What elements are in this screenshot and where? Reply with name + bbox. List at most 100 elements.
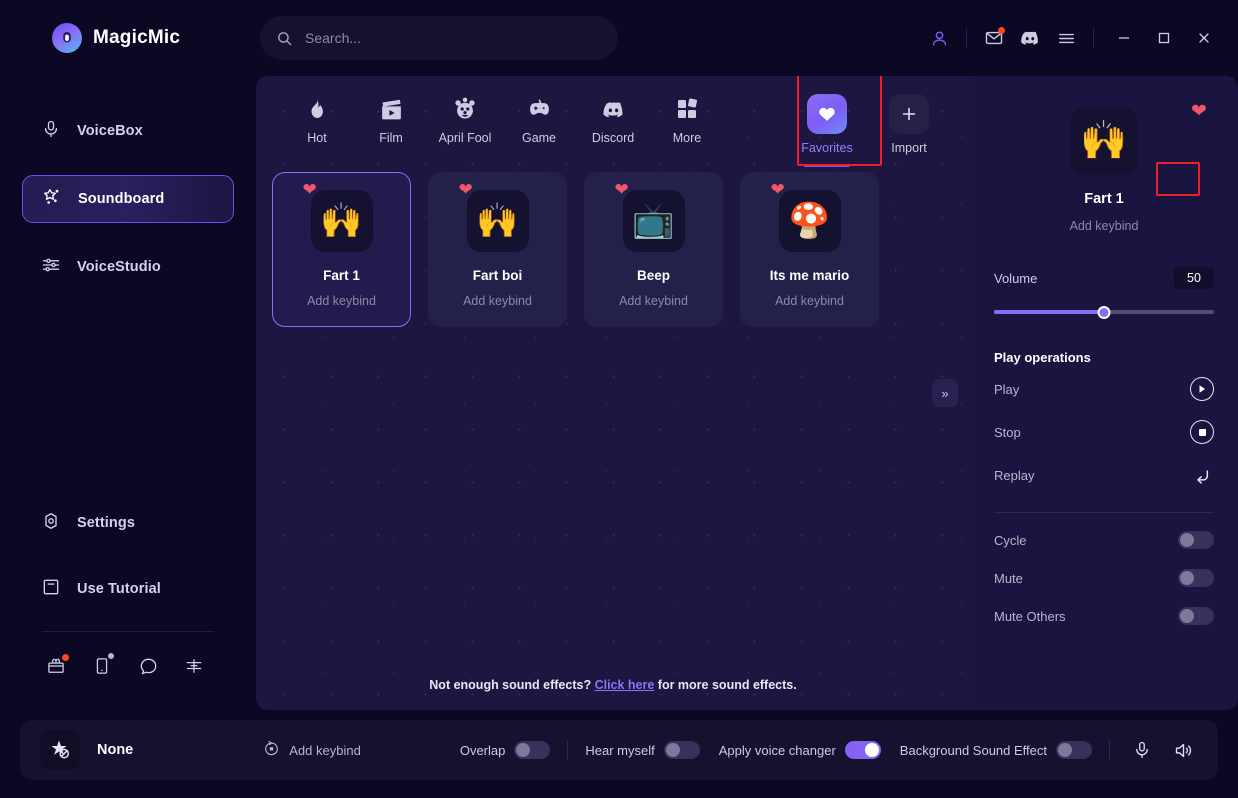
tab-hot[interactable]: Hot (280, 90, 354, 145)
sidebar-item-use-tutorial[interactable]: Use Tutorial (22, 565, 234, 613)
sound-card[interactable]: 🙌 ❤ Fart 1 Add keybind (272, 172, 411, 327)
account-icon[interactable] (922, 21, 956, 55)
detail-add-keybind[interactable]: Add keybind (994, 219, 1214, 233)
mobile-device-icon[interactable] (90, 653, 114, 678)
mute-others-label: Mute Others (994, 608, 1066, 624)
tab-film[interactable]: Film (354, 90, 428, 145)
tab-label: More (672, 131, 702, 145)
titlebar: MagicMic (0, 0, 1238, 76)
sidebar-item-voicebox[interactable]: VoiceBox (22, 107, 234, 155)
star-disabled-icon[interactable] (40, 730, 80, 770)
sidebar-item-voicestudio[interactable]: VoiceStudio (22, 243, 234, 291)
microphone-icon (41, 119, 61, 143)
mute-row: Mute (994, 559, 1214, 597)
sound-name: Its me mario (769, 268, 850, 283)
chat-bubble-icon[interactable] (136, 654, 160, 678)
brand-name: MagicMic (93, 27, 181, 48)
apply-voice-changer-toggle[interactable] (844, 741, 881, 759)
favorite-badge-icon: ❤ (614, 180, 629, 199)
tab-label: Import (891, 141, 927, 155)
heart-icon (807, 94, 847, 134)
stop-button[interactable] (1190, 420, 1214, 444)
sound-keybind[interactable]: Add keybind (463, 294, 532, 308)
slider-thumb[interactable] (1097, 305, 1111, 319)
stop-row: Stop (994, 413, 1214, 451)
book-icon (41, 577, 61, 601)
search-box[interactable] (260, 16, 618, 60)
bottom-add-keybind[interactable]: Add keybind (263, 740, 361, 760)
footer-text-after: for more sound effects. (654, 678, 797, 692)
maximize-button[interactable] (1144, 18, 1184, 58)
mute-others-toggle[interactable] (1178, 607, 1214, 625)
feedback-icon[interactable] (182, 654, 206, 678)
slider-fill (994, 310, 1104, 314)
mute-toggle[interactable] (1178, 569, 1214, 587)
mail-badge (998, 27, 1005, 34)
search-icon (276, 30, 293, 47)
discord-icon (600, 94, 627, 124)
tab-game[interactable]: Game (502, 90, 576, 145)
tab-more[interactable]: More (650, 90, 724, 145)
volume-value[interactable]: 50 (1174, 267, 1214, 289)
sound-emoji: 🙌 (320, 202, 363, 240)
overlap-toggle[interactable] (514, 741, 551, 759)
speaker-icon[interactable] (1168, 735, 1198, 765)
play-operations-title: Play operations (994, 350, 1091, 365)
background-sound-effect-toggle[interactable] (1056, 741, 1092, 759)
tab-favorites[interactable]: Favorites (790, 90, 864, 167)
detail-emoji: 🙌 (1080, 120, 1128, 162)
mail-icon[interactable] (977, 21, 1011, 55)
replay-button[interactable] (1190, 463, 1214, 487)
sound-card[interactable]: 📺 ❤ Beep Add keybind (584, 172, 723, 327)
overlap-label: Overlap (459, 742, 506, 758)
bottom-bar-inner: None Add keybind Overlap Hear myself App… (20, 720, 1218, 780)
hear-myself-label: Hear myself (585, 742, 655, 758)
sound-name: Fart boi (472, 268, 523, 283)
sound-keybind[interactable]: Add keybind (775, 294, 844, 308)
close-button[interactable] (1184, 18, 1224, 58)
clapperboard-icon (379, 94, 404, 124)
cycle-row: Cycle (994, 521, 1214, 559)
menu-icon[interactable] (1049, 21, 1083, 55)
volume-slider[interactable] (994, 304, 1214, 320)
expand-panel-button[interactable]: » (932, 379, 958, 407)
titlebar-divider (966, 28, 967, 48)
discord-icon[interactable] (1011, 21, 1049, 55)
cycle-toggle[interactable] (1178, 531, 1214, 549)
toggle-knob (1180, 609, 1194, 623)
favorite-badge-icon: ❤ (302, 180, 317, 199)
favorite-toggle-button[interactable]: ❤ (1182, 98, 1216, 124)
toggle-knob (1058, 743, 1072, 757)
tab-import[interactable]: Import (872, 90, 946, 155)
detail-thumbnail: 🙌 (1070, 107, 1138, 175)
tab-label: April Fool (438, 131, 492, 145)
mute-others-row: Mute Others (994, 597, 1214, 635)
current-voice-name: None (97, 742, 134, 758)
toggle-knob (516, 743, 531, 757)
mute-label: Mute (994, 570, 1023, 586)
clown-face-icon (452, 94, 478, 124)
tab-april-fool[interactable]: April Fool (428, 90, 502, 145)
sound-card[interactable]: 🙌 ❤ Fart boi Add keybind (428, 172, 567, 327)
category-tabs: Hot Film April Fool Game Discord More Fa… (256, 72, 970, 167)
sound-keybind[interactable]: Add keybind (619, 294, 688, 308)
gamepad-icon (526, 94, 553, 124)
search-input[interactable] (305, 30, 602, 46)
microphone-icon[interactable] (1127, 735, 1157, 765)
sound-card[interactable]: 🍄 ❤ Its me mario Add keybind (740, 172, 879, 327)
replay-row: Replay (994, 456, 1214, 494)
sidebar-item-soundboard[interactable]: Soundboard (22, 175, 234, 223)
keybind-record-icon (263, 740, 280, 760)
tab-discord[interactable]: Discord (576, 90, 650, 145)
sound-keybind[interactable]: Add keybind (307, 294, 376, 308)
hear-myself-toggle[interactable] (663, 741, 700, 759)
gift-box-icon[interactable] (44, 654, 69, 678)
more-sound-effects-link[interactable]: Click here (595, 678, 655, 692)
minimize-button[interactable] (1104, 18, 1144, 58)
favorite-badge-icon: ❤ (458, 180, 473, 199)
sound-thumbnail: 🙌 ❤ (303, 181, 373, 252)
sidebar-item-settings[interactable]: Settings (22, 499, 234, 547)
search-wrap (260, 16, 618, 60)
tab-label: Film (379, 131, 403, 145)
play-button[interactable] (1190, 377, 1214, 401)
